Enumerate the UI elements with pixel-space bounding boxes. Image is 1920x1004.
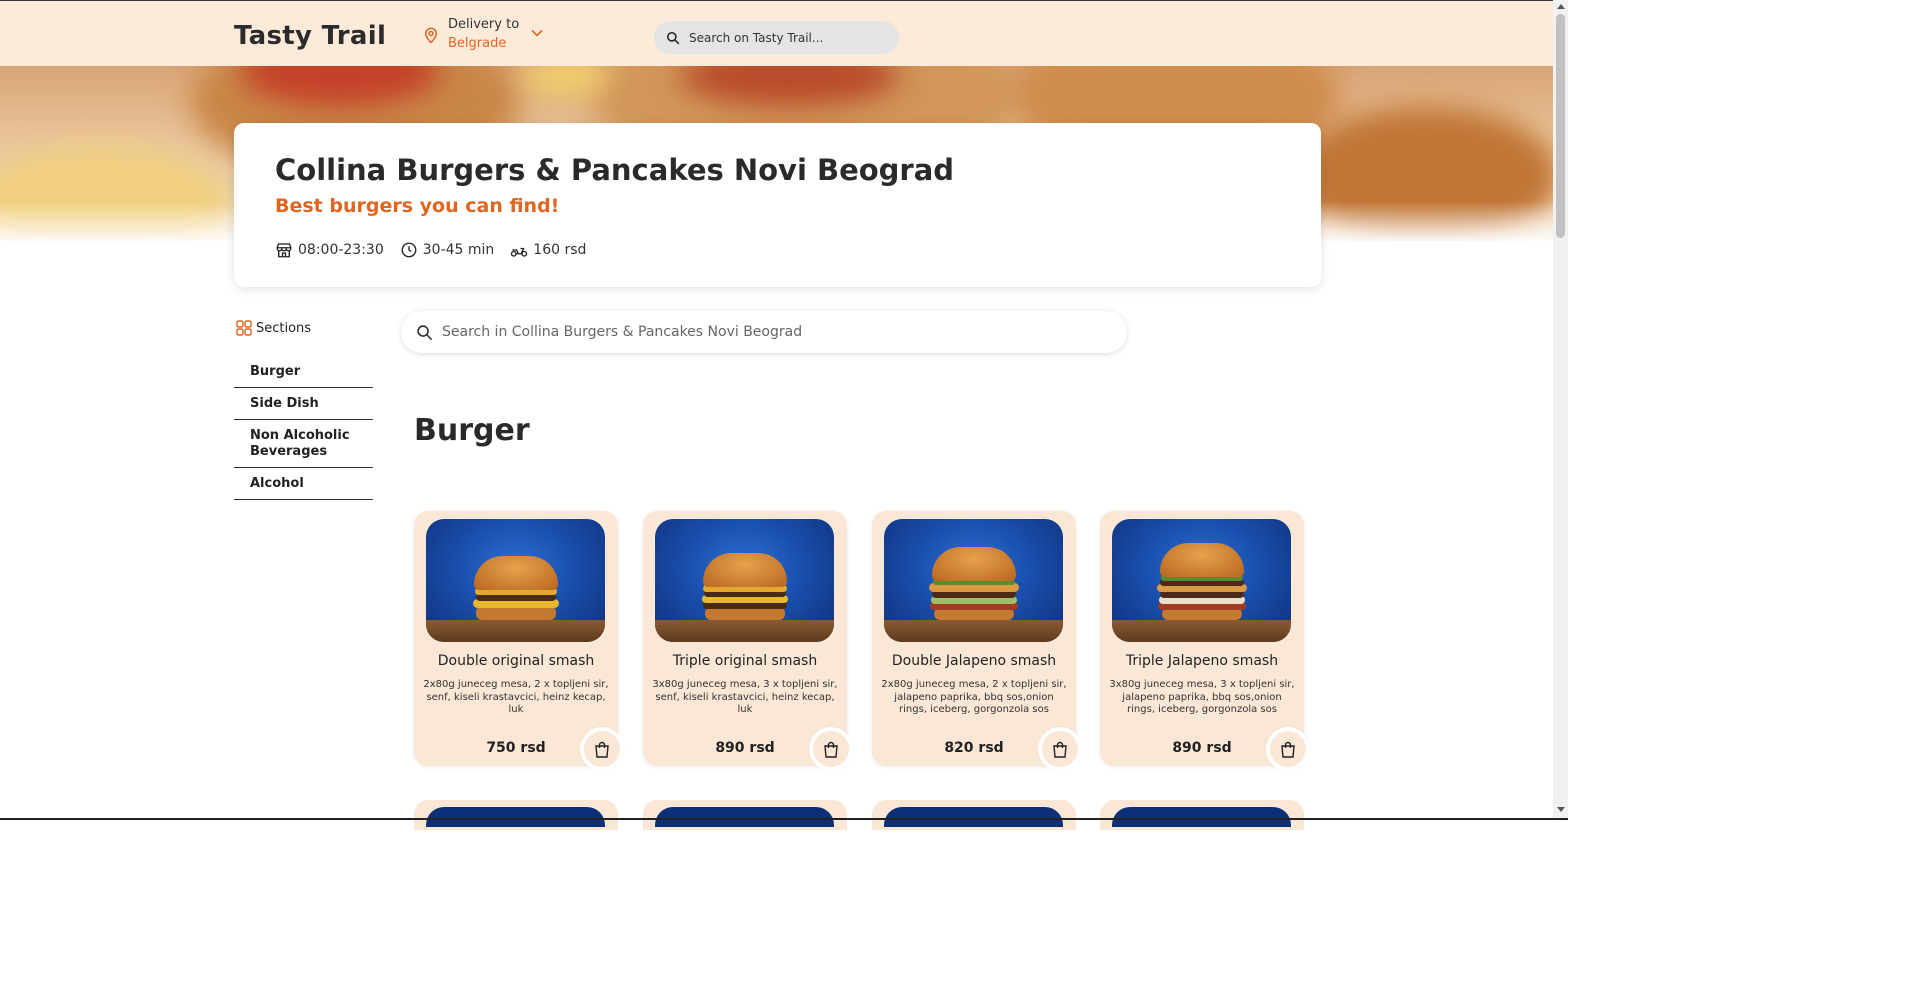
product-card-partial[interactable] [643,800,847,830]
menu-search-bar[interactable] [401,311,1127,353]
product-name: Triple original smash [672,653,818,669]
delivery-city: Belgrade [448,36,507,51]
product-image [655,519,834,642]
map-pin-icon [424,27,438,44]
window-bottom-border [0,818,1568,820]
menu-search-input[interactable] [442,324,1092,340]
product-description: 2x80g juneceg mesa, 2 x topljeni sir, ja… [881,679,1067,715]
scrollbar-thumb[interactable] [1556,14,1565,238]
page-scrollbar[interactable] [1553,0,1568,818]
delivery-fee-text: 160 rsd [533,242,587,258]
sections-header: Sections [236,320,311,336]
add-to-cart-button[interactable] [1038,727,1082,771]
product-name: Double original smash [437,653,595,669]
restaurant-info-card: Collina Burgers & Pancakes Novi Beograd … [234,123,1321,287]
delivery-fee: 160 rsd [510,241,586,259]
product-card[interactable]: Double original smash 2x80g juneceg mesa… [414,511,624,771]
section-link-burger[interactable]: Burger [234,356,373,388]
product-card[interactable]: Double Jalapeno smash 2x80g juneceg mesa… [872,511,1082,771]
add-to-cart-button[interactable] [1266,727,1310,771]
section-link-alcohol[interactable]: Alcohol [234,468,373,500]
product-image [426,519,605,642]
section-link-non-alcoholic-beverages[interactable]: Non Alcoholic Beverages [234,420,373,468]
section-heading-burger: Burger [414,413,530,448]
delivery-label: Delivery to [448,17,520,32]
chevron-down-icon[interactable] [531,29,543,37]
product-description: 3x80g juneceg mesa, 3 x topljeni sir, se… [652,679,838,715]
restaurant-name: Collina Burgers & Pancakes Novi Beograd [275,153,955,187]
sections-nav: Burger Side Dish Non Alcoholic Beverages… [234,356,373,500]
scroll-up-arrow-icon[interactable] [1557,4,1565,9]
grid-icon [236,320,252,336]
shopping-bag-icon [1281,741,1295,758]
shopping-bag-icon [595,741,609,758]
section-link-side-dish[interactable]: Side Dish [234,388,373,420]
product-description: 3x80g juneceg mesa, 3 x topljeni sir, ja… [1109,679,1295,715]
site-logo[interactable]: Tasty Trail [234,21,386,51]
search-icon [666,31,680,44]
add-to-cart-button[interactable] [809,727,853,771]
product-card-partial[interactable] [414,800,618,830]
product-name: Double Jalapeno smash [891,653,1057,669]
scroll-down-arrow-icon[interactable] [1557,807,1565,812]
store-icon [276,243,292,258]
delivery-time: 30-45 min [400,241,495,259]
shopping-bag-icon [1053,741,1067,758]
opening-hours: 08:00-23:30 [275,241,384,259]
hours-text: 08:00-23:30 [298,242,384,258]
restaurant-meta: 08:00-23:30 30-45 min 160 rsd [275,241,586,259]
product-name: Triple Jalapeno smash [1125,653,1279,669]
product-image [884,519,1063,642]
product-card-partial[interactable] [872,800,1076,830]
product-image [1112,519,1291,642]
product-card[interactable]: Triple original smash 3x80g juneceg mesa… [643,511,853,771]
shopping-bag-icon [824,741,838,758]
restaurant-tagline: Best burgers you can find! [275,195,560,217]
delivery-location-selector[interactable]: Delivery to Belgrade [422,16,543,54]
global-search-bar[interactable] [654,21,899,54]
top-header: Tasty Trail Delivery to Belgrade [0,1,1553,66]
delivery-time-text: 30-45 min [422,242,495,258]
product-description: 2x80g juneceg mesa, 2 x topljeni sir, se… [423,679,609,715]
global-search-input[interactable] [689,30,889,45]
product-card[interactable]: Triple Jalapeno smash 3x80g juneceg mesa… [1100,511,1310,771]
scooter-icon [511,247,528,257]
product-card-partial[interactable] [1100,800,1304,830]
sections-title: Sections [256,320,312,336]
search-icon [417,324,433,340]
add-to-cart-button[interactable] [580,727,624,771]
clock-icon [401,242,417,258]
